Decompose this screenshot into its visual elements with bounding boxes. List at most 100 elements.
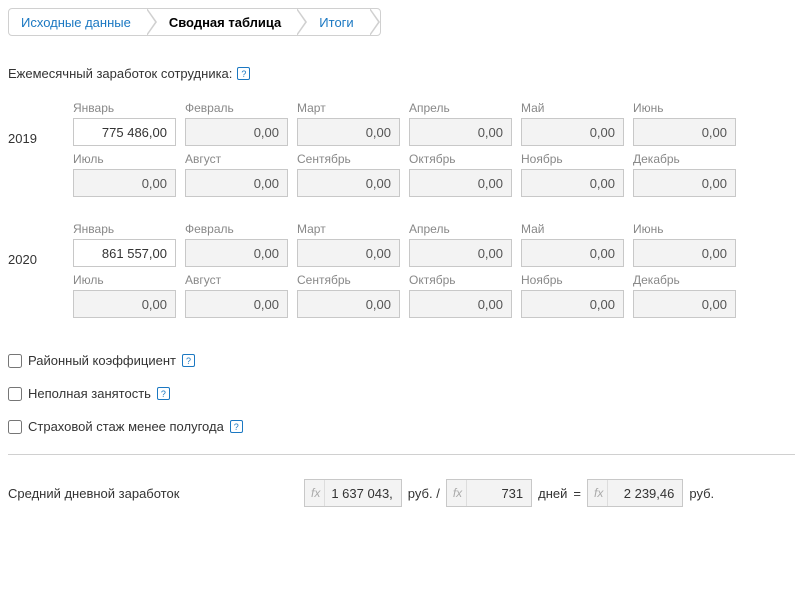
month-input[interactable] xyxy=(409,239,512,267)
month-input[interactable] xyxy=(73,239,176,267)
month-input[interactable] xyxy=(633,290,736,318)
section-title: Ежемесячный заработок сотрудника: ? xyxy=(8,66,795,81)
month-input[interactable] xyxy=(297,290,400,318)
month-input[interactable] xyxy=(521,118,624,146)
insurance-checkbox[interactable] xyxy=(8,420,22,434)
chevron-right-icon xyxy=(147,8,157,36)
month-label: Апрель xyxy=(409,101,512,115)
month-cell: Сентябрь xyxy=(297,152,400,197)
month-cell: Апрель xyxy=(409,101,512,146)
month-cell: Март xyxy=(297,101,400,146)
month-input[interactable] xyxy=(185,290,288,318)
chevron-right-icon xyxy=(297,8,307,36)
tab-totals[interactable]: Итоги xyxy=(307,9,369,35)
district-coefficient-checkbox[interactable] xyxy=(8,354,22,368)
month-cell: Ноябрь xyxy=(521,152,624,197)
month-cell: Март xyxy=(297,222,400,267)
month-cell: Октябрь xyxy=(409,152,512,197)
year-label: 2020 xyxy=(8,222,73,318)
month-cell: Декабрь xyxy=(633,273,736,318)
month-input[interactable] xyxy=(185,239,288,267)
year-label: 2019 xyxy=(8,101,73,197)
month-label: Октябрь xyxy=(409,152,512,166)
month-input[interactable] xyxy=(297,239,400,267)
month-cell: Сентябрь xyxy=(297,273,400,318)
month-input[interactable] xyxy=(185,118,288,146)
month-label: Октябрь xyxy=(409,273,512,287)
fx-icon: fx xyxy=(305,480,325,506)
month-label: Сентябрь xyxy=(297,273,400,287)
year-block: 2019ЯнварьФевральМартАпрельМайИюньИюльАв… xyxy=(8,101,795,197)
sum-input[interactable]: fx 1 637 043, xyxy=(304,479,402,507)
result-label: Средний дневной заработок xyxy=(8,486,298,501)
month-input[interactable] xyxy=(521,169,624,197)
tab-summary[interactable]: Сводная таблица xyxy=(157,9,297,35)
daily-value: 2 239,46 xyxy=(614,486,674,501)
part-time-label: Неполная занятость xyxy=(28,386,151,401)
days-value: 731 xyxy=(473,486,523,501)
month-label: Март xyxy=(297,222,400,236)
month-cell: Июнь xyxy=(633,222,736,267)
month-input[interactable] xyxy=(73,169,176,197)
month-cell: Январь xyxy=(73,222,176,267)
help-icon[interactable]: ? xyxy=(157,387,170,400)
district-coefficient-label: Районный коэффициент xyxy=(28,353,176,368)
chevron-right-icon xyxy=(370,8,380,36)
month-label: Август xyxy=(185,152,288,166)
fx-icon: fx xyxy=(588,480,608,506)
days-input[interactable]: fx 731 xyxy=(446,479,532,507)
month-cell: Август xyxy=(185,273,288,318)
month-cell: Июль xyxy=(73,273,176,318)
month-input[interactable] xyxy=(409,169,512,197)
month-label: Сентябрь xyxy=(297,152,400,166)
month-input[interactable] xyxy=(409,118,512,146)
month-cell: Ноябрь xyxy=(521,273,624,318)
month-label: Январь xyxy=(73,222,176,236)
month-label: Декабрь xyxy=(633,152,736,166)
month-cell: Май xyxy=(521,101,624,146)
month-label: Август xyxy=(185,273,288,287)
month-label: Июнь xyxy=(633,101,736,115)
month-label: Февраль xyxy=(185,101,288,115)
month-cell: Июнь xyxy=(633,101,736,146)
month-input[interactable] xyxy=(633,239,736,267)
month-input[interactable] xyxy=(633,118,736,146)
tab-source[interactable]: Исходные данные xyxy=(9,9,147,35)
help-icon[interactable]: ? xyxy=(182,354,195,367)
month-label: Декабрь xyxy=(633,273,736,287)
daily-input[interactable]: fx 2 239,46 xyxy=(587,479,683,507)
month-input[interactable] xyxy=(73,290,176,318)
sum-value: 1 637 043, xyxy=(331,486,392,501)
breadcrumb-tabs: Исходные данные Сводная таблица Итоги xyxy=(8,8,381,36)
month-input[interactable] xyxy=(633,169,736,197)
month-input[interactable] xyxy=(409,290,512,318)
month-label: Апрель xyxy=(409,222,512,236)
month-input[interactable] xyxy=(297,169,400,197)
month-input[interactable] xyxy=(521,239,624,267)
month-input[interactable] xyxy=(73,118,176,146)
month-cell: Август xyxy=(185,152,288,197)
month-cell: Февраль xyxy=(185,101,288,146)
month-cell: Октябрь xyxy=(409,273,512,318)
month-label: Июнь xyxy=(633,222,736,236)
sum-unit: руб. / xyxy=(408,486,440,501)
month-label: Ноябрь xyxy=(521,273,624,287)
months-grid: Январь Февраль Март Апрель Май Июнь Июль Август… xyxy=(73,222,736,318)
month-cell: Январь xyxy=(73,101,176,146)
month-label: Январь xyxy=(73,101,176,115)
month-cell: Декабрь xyxy=(633,152,736,197)
help-icon[interactable]: ? xyxy=(237,67,250,80)
month-input[interactable] xyxy=(521,290,624,318)
part-time-checkbox[interactable] xyxy=(8,387,22,401)
month-label: Февраль xyxy=(185,222,288,236)
month-input[interactable] xyxy=(297,118,400,146)
month-cell: Апрель xyxy=(409,222,512,267)
month-label: Май xyxy=(521,222,624,236)
divider xyxy=(8,454,795,455)
month-cell: Май xyxy=(521,222,624,267)
year-block: 2020Январь Февраль Март Апрель Май Июнь Июль Ав… xyxy=(8,222,795,318)
section-title-text: Ежемесячный заработок сотрудника: xyxy=(8,66,232,81)
month-label: Март xyxy=(297,101,400,115)
help-icon[interactable]: ? xyxy=(230,420,243,433)
month-input[interactable] xyxy=(185,169,288,197)
